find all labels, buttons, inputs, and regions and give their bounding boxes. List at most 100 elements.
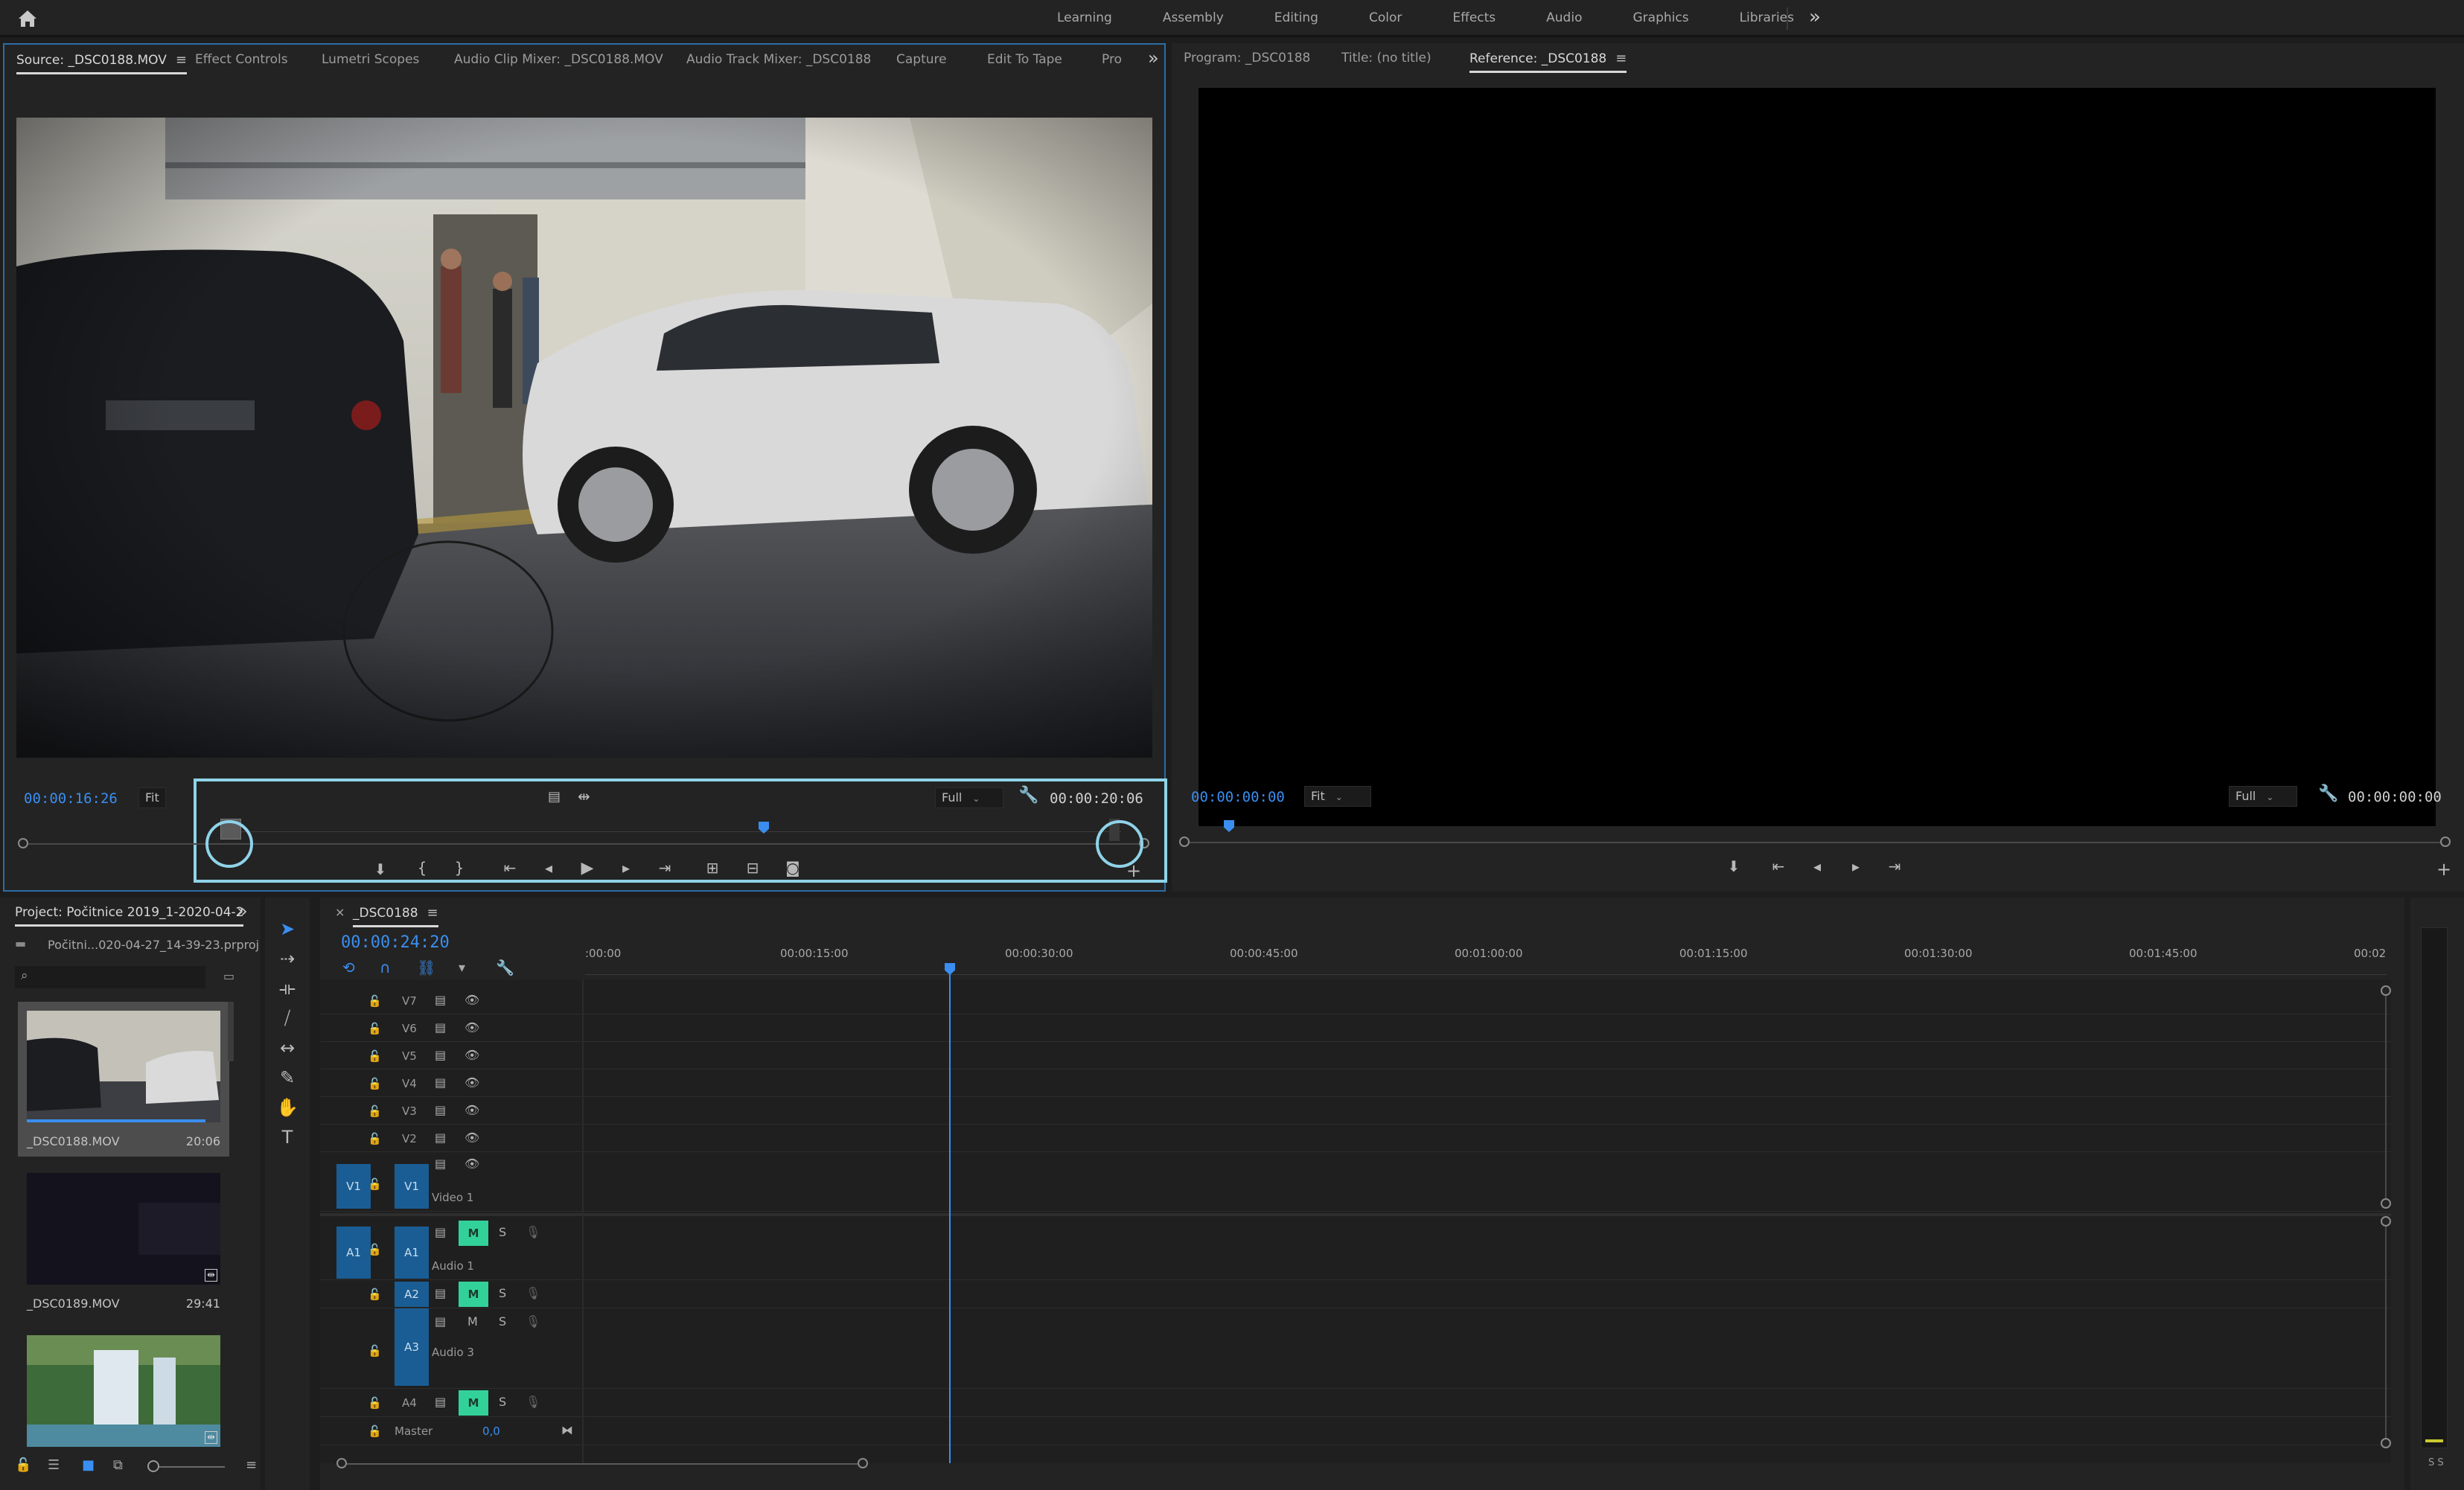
- solo-button[interactable]: S: [499, 1314, 506, 1328]
- eye-icon[interactable]: 👁: [465, 1157, 479, 1171]
- mute-button[interactable]: M: [459, 1221, 488, 1246]
- tab-effect-controls[interactable]: Effect Controls: [195, 52, 288, 67]
- tab-audio-clip-mixer[interactable]: Audio Clip Mixer: _DSC0188.MOV: [454, 52, 663, 67]
- microphone-icon[interactable]: 🎙: [526, 1225, 540, 1239]
- scroll-handle[interactable]: [2381, 1438, 2391, 1448]
- zoom-slider-handle[interactable]: [147, 1460, 159, 1472]
- lock-icon[interactable]: 🔓: [368, 1104, 382, 1118]
- sync-lock-icon[interactable]: ▤: [435, 1020, 446, 1035]
- razor-tool-icon[interactable]: ⧸: [275, 1006, 299, 1030]
- search-input[interactable]: ⌕: [15, 966, 205, 988]
- tab-project[interactable]: Project: Počitnice 2019_1-2020-04-2: [15, 905, 244, 927]
- program-video-frame[interactable]: [1199, 88, 2436, 826]
- eye-icon[interactable]: 👁: [465, 1075, 479, 1090]
- tab-lumetri-scopes[interactable]: Lumetri Scopes: [322, 52, 419, 67]
- tab-program[interactable]: Program: _DSC0188: [1184, 51, 1310, 65]
- tab-audio-track-mixer[interactable]: Audio Track Mixer: _DSC0188: [686, 52, 871, 67]
- panel-menu-icon[interactable]: ≡: [176, 52, 187, 68]
- project-item[interactable]: _DSC0188.MOV 20:06: [18, 1002, 229, 1157]
- solo-button[interactable]: S: [499, 1395, 506, 1409]
- tab-edit-to-tape[interactable]: Edit To Tape: [987, 52, 1062, 67]
- lock-icon[interactable]: 🔓: [368, 1396, 382, 1410]
- lock-icon[interactable]: 🔓: [368, 1344, 382, 1358]
- tab-reference[interactable]: Reference: _DSC0188 ≡: [1469, 51, 1627, 73]
- step-forward-icon[interactable]: ▸: [1845, 857, 1867, 875]
- button-editor-icon[interactable]: +: [1123, 860, 1145, 881]
- wrench-icon[interactable]: 🔧: [496, 959, 514, 976]
- solo-button[interactable]: S: [499, 1225, 506, 1239]
- more-tabs-icon[interactable]: »: [1148, 48, 1159, 68]
- lock-icon[interactable]: 🔓: [15, 1457, 31, 1473]
- zoom-handle-left[interactable]: [1179, 837, 1190, 847]
- nest-icon[interactable]: ⟲: [342, 959, 355, 976]
- slip-tool-icon[interactable]: ↔: [275, 1036, 299, 1060]
- wrench-icon[interactable]: 🔧: [1018, 786, 1038, 805]
- sync-lock-icon[interactable]: ▤: [435, 1225, 446, 1239]
- zoom-handle-left[interactable]: [18, 838, 28, 848]
- go-to-out-icon[interactable]: ⇥: [1883, 857, 1906, 875]
- project-item[interactable]: ⇹: [18, 1326, 229, 1460]
- mute-button[interactable]: M: [459, 1390, 488, 1416]
- microphone-icon[interactable]: 🎙: [526, 1395, 540, 1409]
- scrollbar[interactable]: [2385, 987, 2387, 1203]
- workspace-tab-graphics[interactable]: Graphics: [1607, 0, 1714, 36]
- go-to-out-icon[interactable]: ⇥: [654, 859, 676, 877]
- tab-sequence[interactable]: _DSC0188 ≡: [353, 905, 438, 927]
- sync-lock-icon[interactable]: ▤: [435, 1395, 446, 1409]
- microphone-icon[interactable]: 🎙: [526, 1314, 540, 1328]
- lock-icon[interactable]: 🔓: [368, 1243, 382, 1256]
- source-zoom-dropdown[interactable]: Fit: [138, 787, 166, 808]
- sync-lock-icon[interactable]: ▤: [435, 1103, 446, 1117]
- program-zoom-dropdown[interactable]: Fit ⌄: [1304, 786, 1371, 807]
- solo-buttons[interactable]: S S: [2428, 1457, 2444, 1468]
- workspace-tab-libraries[interactable]: Libraries: [1714, 0, 1819, 36]
- track-target-a2[interactable]: A2: [395, 1282, 429, 1307]
- zoom-slider[interactable]: [153, 1466, 225, 1468]
- step-back-icon[interactable]: ◂: [1806, 857, 1828, 875]
- workspace-tab-assembly[interactable]: Assembly: [1137, 0, 1249, 36]
- settings-icon[interactable]: ▤: [548, 789, 561, 805]
- reference-match-icon[interactable]: ⬇: [1723, 857, 1745, 875]
- lock-icon[interactable]: 🔓: [368, 1425, 382, 1438]
- mute-button[interactable]: M: [467, 1314, 478, 1328]
- button-editor-icon[interactable]: +: [2433, 859, 2455, 880]
- tab-pro[interactable]: Pro: [1102, 52, 1122, 67]
- add-marker-icon[interactable]: ⬇: [369, 860, 392, 878]
- program-playhead-timecode[interactable]: 00:00:00:00: [1191, 789, 1285, 805]
- master-volume[interactable]: 0,0: [482, 1425, 500, 1438]
- eye-icon[interactable]: 👁: [465, 1048, 479, 1062]
- go-to-in-icon[interactable]: ⇤: [499, 859, 521, 877]
- scroll-handle[interactable]: [336, 1458, 347, 1468]
- sync-lock-icon[interactable]: ▤: [435, 1048, 446, 1062]
- sync-lock-icon[interactable]: ▤: [435, 1157, 446, 1171]
- microphone-icon[interactable]: 🎙: [526, 1286, 540, 1300]
- source-quality-dropdown[interactable]: Full ⌄: [935, 787, 1003, 808]
- lock-icon[interactable]: 🔓: [368, 1049, 382, 1063]
- lock-icon[interactable]: 🔓: [368, 1288, 382, 1301]
- go-to-end-icon[interactable]: ⧓: [561, 1423, 573, 1437]
- source-patch-v1[interactable]: V1: [336, 1164, 371, 1209]
- linked-selection-icon[interactable]: ⛓: [417, 959, 435, 976]
- list-view-icon[interactable]: ☰: [48, 1457, 60, 1473]
- scroll-handle[interactable]: [2381, 1216, 2391, 1227]
- lock-icon[interactable]: 🔓: [368, 1022, 382, 1035]
- source-patch-a1[interactable]: A1: [336, 1227, 371, 1279]
- new-search-bin-icon[interactable]: ▭: [223, 969, 234, 983]
- workspace-tab-learning[interactable]: Learning: [1032, 0, 1137, 36]
- source-playhead-timecode[interactable]: 00:00:16:26: [24, 790, 118, 807]
- workspace-tab-color[interactable]: Color: [1344, 0, 1427, 36]
- sync-lock-icon[interactable]: ▤: [435, 1131, 446, 1145]
- sync-lock-icon[interactable]: ▤: [435, 993, 446, 1007]
- workspace-tab-audio[interactable]: Audio: [1521, 0, 1607, 36]
- scroll-handle[interactable]: [2381, 985, 2391, 996]
- home-icon[interactable]: [15, 6, 40, 31]
- tab-capture[interactable]: Capture: [896, 52, 947, 67]
- insert-overwrite-icon[interactable]: ⇹: [578, 787, 590, 805]
- scroll-handle[interactable]: [2381, 1198, 2391, 1209]
- program-playhead[interactable]: [1224, 820, 1234, 832]
- freeform-view-icon[interactable]: ⧉: [113, 1457, 123, 1473]
- hand-tool-icon[interactable]: ✋: [275, 1096, 299, 1119]
- track-target-v1[interactable]: V1: [395, 1164, 429, 1209]
- panel-menu-icon[interactable]: ≡: [427, 905, 438, 921]
- program-scrub-bar[interactable]: [1187, 842, 2445, 843]
